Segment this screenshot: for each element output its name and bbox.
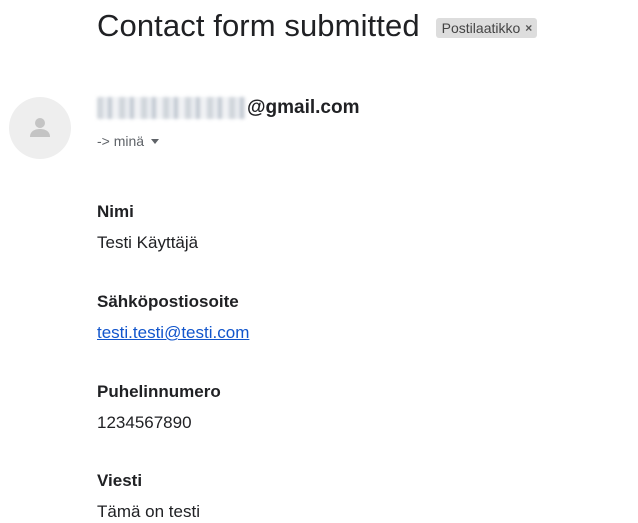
field-label: Puhelinnumero	[97, 382, 221, 401]
caret-down-icon[interactable]	[151, 138, 160, 144]
email-subject: Contact form submitted	[97, 8, 420, 43]
label-chip-text: Postilaatikko	[441, 20, 521, 36]
sender-email-domain: @gmail.com	[247, 97, 360, 118]
field-label: Viesti	[97, 471, 143, 490]
sender-row: @gmail.com	[97, 97, 360, 119]
field-value: 1234567890	[97, 413, 192, 432]
recipient-details-toggle[interactable]: -> minä	[97, 133, 160, 149]
field-email: Sähköpostiosoite testi.testi@testi.com	[97, 291, 249, 344]
field-label: Nimi	[97, 202, 134, 221]
person-icon	[30, 118, 50, 137]
field-label: Sähköpostiosoite	[97, 292, 239, 311]
close-icon[interactable]: ×	[525, 21, 532, 35]
field-value: Testi Käyttäjä	[97, 233, 199, 252]
recipient-text: -> minä	[97, 133, 145, 149]
label-chip-inbox[interactable]: Postilaatikko ×	[435, 18, 538, 38]
field-phone: Puhelinnumero 1234567890	[97, 381, 221, 434]
sender-avatar[interactable]	[9, 97, 71, 159]
field-message: Viesti Tämä on testi	[97, 470, 200, 523]
email-link[interactable]: testi.testi@testi.com	[97, 322, 249, 344]
subject-row: Contact form submitted Postilaatikko ×	[97, 8, 538, 44]
field-name: Nimi Testi Käyttäjä	[97, 201, 198, 254]
redacted-sender-name	[97, 97, 246, 119]
